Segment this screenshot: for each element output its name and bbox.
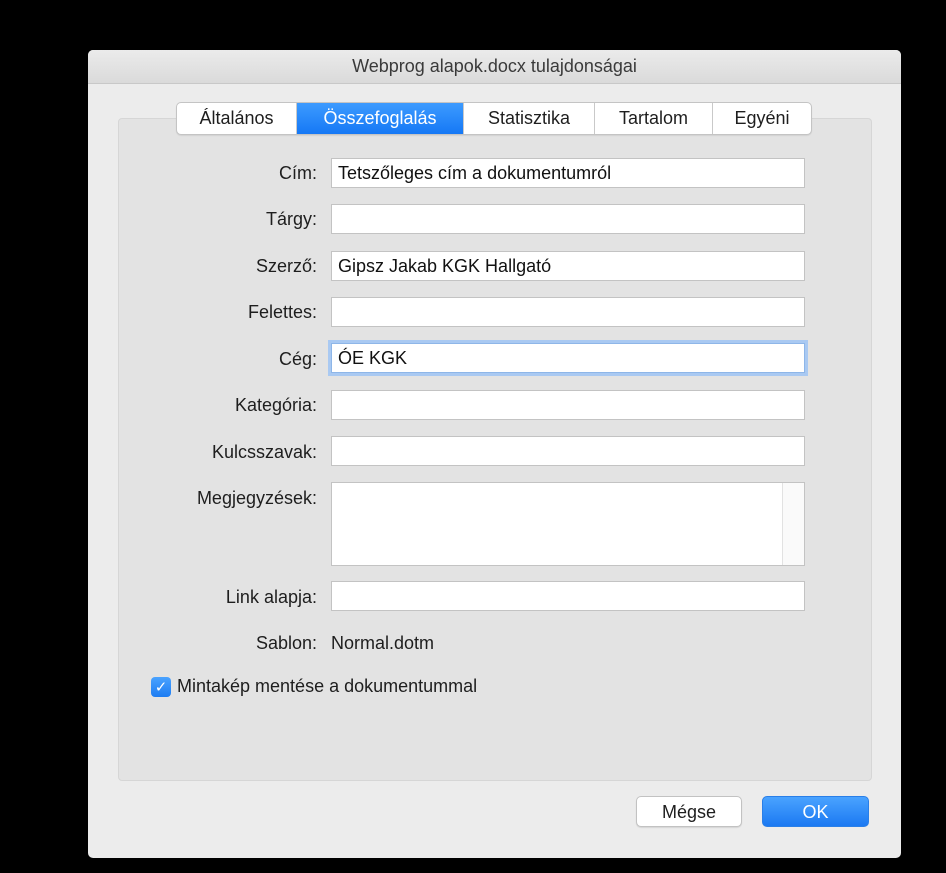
tab-contents[interactable]: Tartalom <box>595 103 713 134</box>
template-label: Sablon: <box>255 633 317 653</box>
manager-field[interactable] <box>331 297 805 327</box>
manager-label: Felettes: <box>247 302 317 322</box>
subject-label: Tárgy: <box>265 209 317 229</box>
tab-statistics[interactable]: Statisztika <box>464 103 595 134</box>
checkmark-icon: ✓ <box>154 678 168 696</box>
tab-general[interactable]: Általános <box>177 103 297 134</box>
hyperlink-base-field[interactable] <box>331 581 805 611</box>
comments-textarea[interactable] <box>331 482 805 566</box>
subject-field[interactable] <box>331 204 805 234</box>
author-field[interactable]: Gipsz Jakab KGK Hallgató <box>331 251 805 281</box>
keywords-field[interactable] <box>331 436 805 466</box>
document-properties-dialog: Webprog alapok.docx tulajdonságai Általá… <box>88 50 901 858</box>
tab-bar: Általános Összefoglalás Statisztika Tart… <box>176 102 812 135</box>
comments-label: Megjegyzések: <box>196 488 317 508</box>
window-title: Webprog alapok.docx tulajdonságai <box>88 50 901 84</box>
save-thumbnail-label[interactable]: Mintakép mentése a dokumentummal <box>177 676 477 697</box>
ok-button[interactable]: OK <box>762 796 869 827</box>
cancel-button[interactable]: Mégse <box>636 796 742 827</box>
category-label: Kategória: <box>234 395 317 415</box>
keywords-label: Kulcsszavak: <box>211 442 317 462</box>
title-field[interactable]: Tetszőleges cím a dokumentumról <box>331 158 805 188</box>
title-label: Cím: <box>279 163 317 183</box>
tab-summary[interactable]: Összefoglalás <box>297 103 464 134</box>
save-thumbnail-checkbox[interactable]: ✓ <box>151 677 171 697</box>
tab-custom[interactable]: Egyéni <box>713 103 811 134</box>
template-value: Normal.dotm <box>331 633 435 653</box>
company-field[interactable]: ÓE KGK <box>331 343 805 373</box>
company-label: Cég: <box>278 349 317 369</box>
comments-scrollbar[interactable] <box>782 483 804 565</box>
author-label: Szerző: <box>255 256 317 276</box>
hyperlink-base-label: Link alapja: <box>225 587 317 607</box>
category-field[interactable] <box>331 390 805 420</box>
